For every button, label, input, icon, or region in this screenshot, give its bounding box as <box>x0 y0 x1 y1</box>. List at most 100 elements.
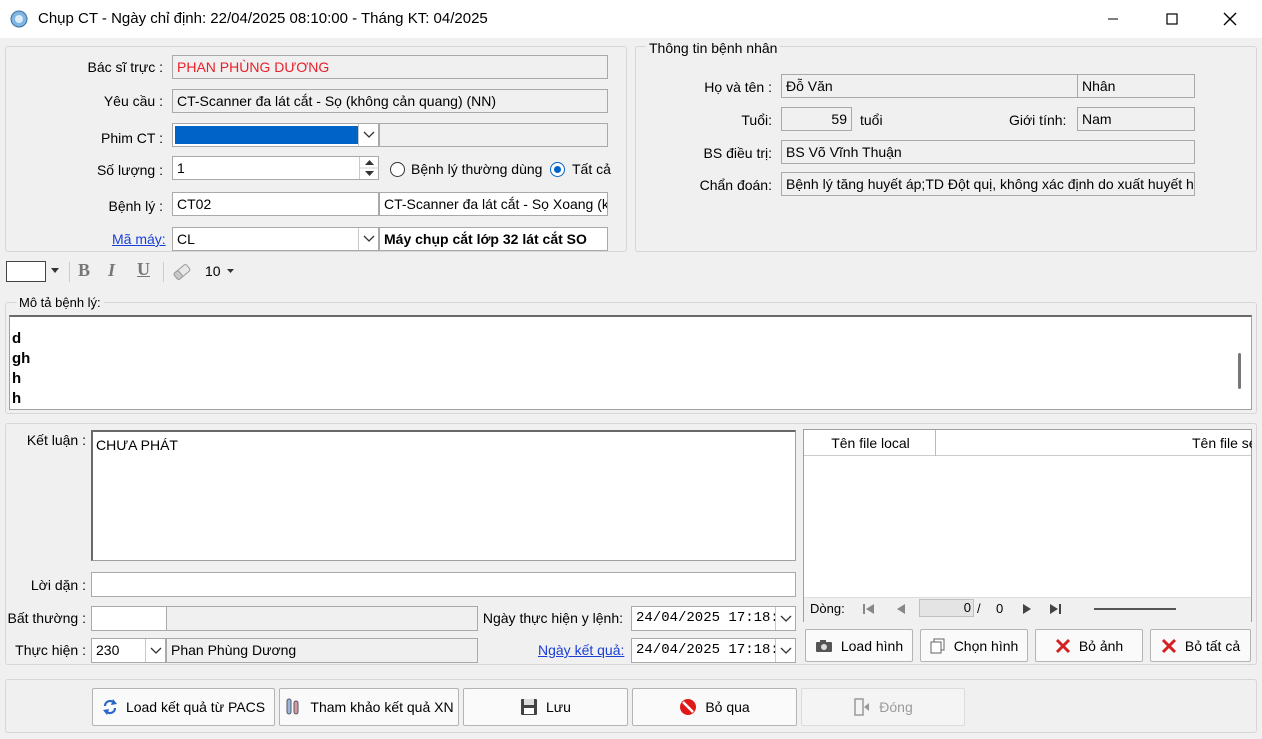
dong-label: Dòng: <box>810 601 845 616</box>
page-current-input[interactable]: 0 <box>919 599 974 617</box>
bac-si-truc-label: Bác sĩ trực : <box>87 59 164 75</box>
so-luong-spinner[interactable] <box>359 157 379 179</box>
yeu-cau-label: Yêu cầu : <box>103 93 163 109</box>
last-page-icon[interactable] <box>1049 603 1063 615</box>
mo-ta-scrollbar[interactable] <box>1238 353 1241 389</box>
ho-ten-label: Họ và tên : <box>704 79 772 95</box>
patient-group-title: Thông tin bệnh nhân <box>646 40 781 56</box>
mo-ta-label: Mô tả bệnh lý: <box>16 295 104 310</box>
load-pacs-button[interactable]: Load kết quả từ PACS <box>92 688 275 726</box>
bac-si-truc-field[interactable]: PHAN PHÙNG DƯƠNG <box>172 55 608 79</box>
font-size-dropdown-icon[interactable] <box>227 269 235 274</box>
benh-ly-code-input[interactable]: CT02 <box>172 192 379 216</box>
radio-benh-ly-thuong-dung-label: Bệnh lý thường dùng <box>411 161 543 177</box>
chon-hinh-button[interactable]: Chọn hình <box>920 629 1028 662</box>
phim-ct-dropdown-button[interactable] <box>358 124 378 146</box>
eraser-icon[interactable] <box>171 262 193 282</box>
delete-x-icon <box>1055 638 1070 653</box>
bo-qua-label: Bỏ qua <box>705 699 750 715</box>
bold-icon[interactable]: B <box>78 260 90 281</box>
minimize-icon <box>1108 18 1118 20</box>
color-picker[interactable] <box>6 261 46 282</box>
page-slash: / <box>977 601 981 616</box>
bo-tat-ca-button[interactable]: Bỏ tất cả <box>1150 629 1251 662</box>
radio-benh-ly-thuong-dung[interactable] <box>390 162 405 177</box>
column-header-server[interactable]: Tên file se <box>1192 430 1252 456</box>
bo-tat-ca-label: Bỏ tất cả <box>1184 637 1241 654</box>
chevron-down-icon <box>780 647 791 654</box>
file-grid[interactable]: Tên file local Tên file se Dòng: 0 / 0 <box>803 429 1252 622</box>
thuc-hien-combo[interactable]: 230 <box>91 638 166 663</box>
page-total: 0 <box>996 601 1004 616</box>
mo-ta-line: gh <box>12 350 31 367</box>
dong-button[interactable]: Đóng <box>801 688 965 726</box>
chon-hinh-label: Chọn hình <box>953 637 1019 654</box>
load-pacs-label: Load kết quả từ PACS <box>125 699 266 715</box>
mo-ta-editor[interactable]: ' d gh h h <box>9 315 1252 410</box>
toolbar-separator <box>163 262 164 282</box>
close-button[interactable] <box>1201 0 1259 38</box>
ngay-ket-qua-dropdown-button[interactable] <box>775 639 795 662</box>
prev-page-icon[interactable] <box>896 603 906 615</box>
italic-icon[interactable]: I <box>108 260 115 281</box>
thuc-hien-code: 230 <box>96 642 120 658</box>
ma-may-name-field: Máy chụp cắt lớp 32 lát cắt SO <box>379 227 608 251</box>
phim-ct-combo[interactable] <box>172 123 379 147</box>
first-page-icon[interactable] <box>862 603 876 615</box>
ma-may-combo[interactable]: CL <box>172 227 379 251</box>
thuc-hien-name-field: Phan Phùng Dương <box>166 638 478 663</box>
exit-door-icon <box>854 698 870 716</box>
yeu-cau-field[interactable]: CT-Scanner đa lát cắt - Sọ (không cản qu… <box>172 89 608 113</box>
ngay-ket-qua-picker[interactable]: 24/04/2025 17:18:11 <box>631 638 796 663</box>
file-grid-hscroll[interactable] <box>1094 608 1176 610</box>
close-icon <box>1223 12 1237 26</box>
lab-tubes-icon <box>286 698 299 715</box>
thuc-hien-dropdown-button[interactable] <box>145 639 165 662</box>
tham-khao-button[interactable]: Tham khảo kết quả XN <box>279 688 459 726</box>
font-size-selector[interactable]: 10 <box>205 263 221 279</box>
toolbar-separator <box>69 262 70 282</box>
chan-doan-field: Bệnh lý tăng huyết áp;TD Đột quị, không … <box>781 172 1195 196</box>
title-bar: Chụp CT - Ngày chỉ định: 22/04/2025 08:1… <box>0 0 1262 38</box>
so-luong-input[interactable]: 1 <box>172 156 379 180</box>
bat-thuong-code-input[interactable] <box>91 606 167 631</box>
bo-anh-label: Bỏ ảnh <box>1078 637 1124 654</box>
ngay-thuc-hien-label: Ngày thực hiện y lệnh: <box>482 610 623 626</box>
ma-may-link[interactable]: Mã máy: <box>112 231 166 247</box>
bo-qua-button[interactable]: Bỏ qua <box>632 688 797 726</box>
tham-khao-label: Tham khảo kết quả XN <box>310 699 454 715</box>
gioi-tinh-field: Nam <box>1077 107 1195 131</box>
ngay-ket-qua-link[interactable]: Ngày kết quả: <box>538 642 624 658</box>
phim-ct-label: Phim CT : <box>101 130 163 146</box>
mo-ta-line: d <box>12 330 22 347</box>
ngay-thuc-hien-value: 24/04/2025 17:18:04 <box>636 610 796 626</box>
bo-anh-button[interactable]: Bỏ ảnh <box>1035 629 1143 662</box>
tuoi-label: Tuổi: <box>741 112 772 128</box>
refresh-icon <box>102 699 117 715</box>
gioi-tinh-label: Giới tính: <box>1009 112 1067 128</box>
luu-button[interactable]: Lưu <box>463 688 628 726</box>
ngay-thuc-hien-dropdown-button[interactable] <box>775 607 795 630</box>
column-header-local[interactable]: Tên file local <box>806 430 936 456</box>
chevron-down-icon <box>780 615 791 622</box>
loi-dan-input[interactable] <box>91 572 796 597</box>
ho-field: Đỗ Văn <box>781 74 1078 98</box>
ngay-thuc-hien-picker[interactable]: 24/04/2025 17:18:04 <box>631 606 796 631</box>
maximize-button[interactable] <box>1143 0 1201 38</box>
tuoi-unit: tuổi <box>860 112 883 128</box>
benh-ly-name-input[interactable]: CT-Scanner đa lát cắt - Sọ Xoang (kh <box>379 192 608 216</box>
benh-ly-label: Bệnh lý : <box>108 198 163 214</box>
underline-icon[interactable]: U <box>137 259 150 280</box>
ma-may-dropdown-button[interactable] <box>358 228 378 250</box>
tuoi-field: 59 <box>781 107 852 131</box>
dong-label: Đóng <box>879 699 913 715</box>
radio-tat-ca[interactable] <box>550 162 565 177</box>
mo-ta-line: h <box>12 390 22 407</box>
ket-luan-textarea[interactable]: CHƯA PHÁT <box>91 430 796 561</box>
load-hinh-button[interactable]: Load hình <box>805 629 913 662</box>
next-page-icon[interactable] <box>1022 603 1032 615</box>
mo-ta-line: h <box>12 370 22 387</box>
minimize-button[interactable] <box>1084 0 1142 38</box>
chevron-down-icon <box>363 131 374 138</box>
color-picker-dropdown-icon[interactable] <box>51 268 60 274</box>
